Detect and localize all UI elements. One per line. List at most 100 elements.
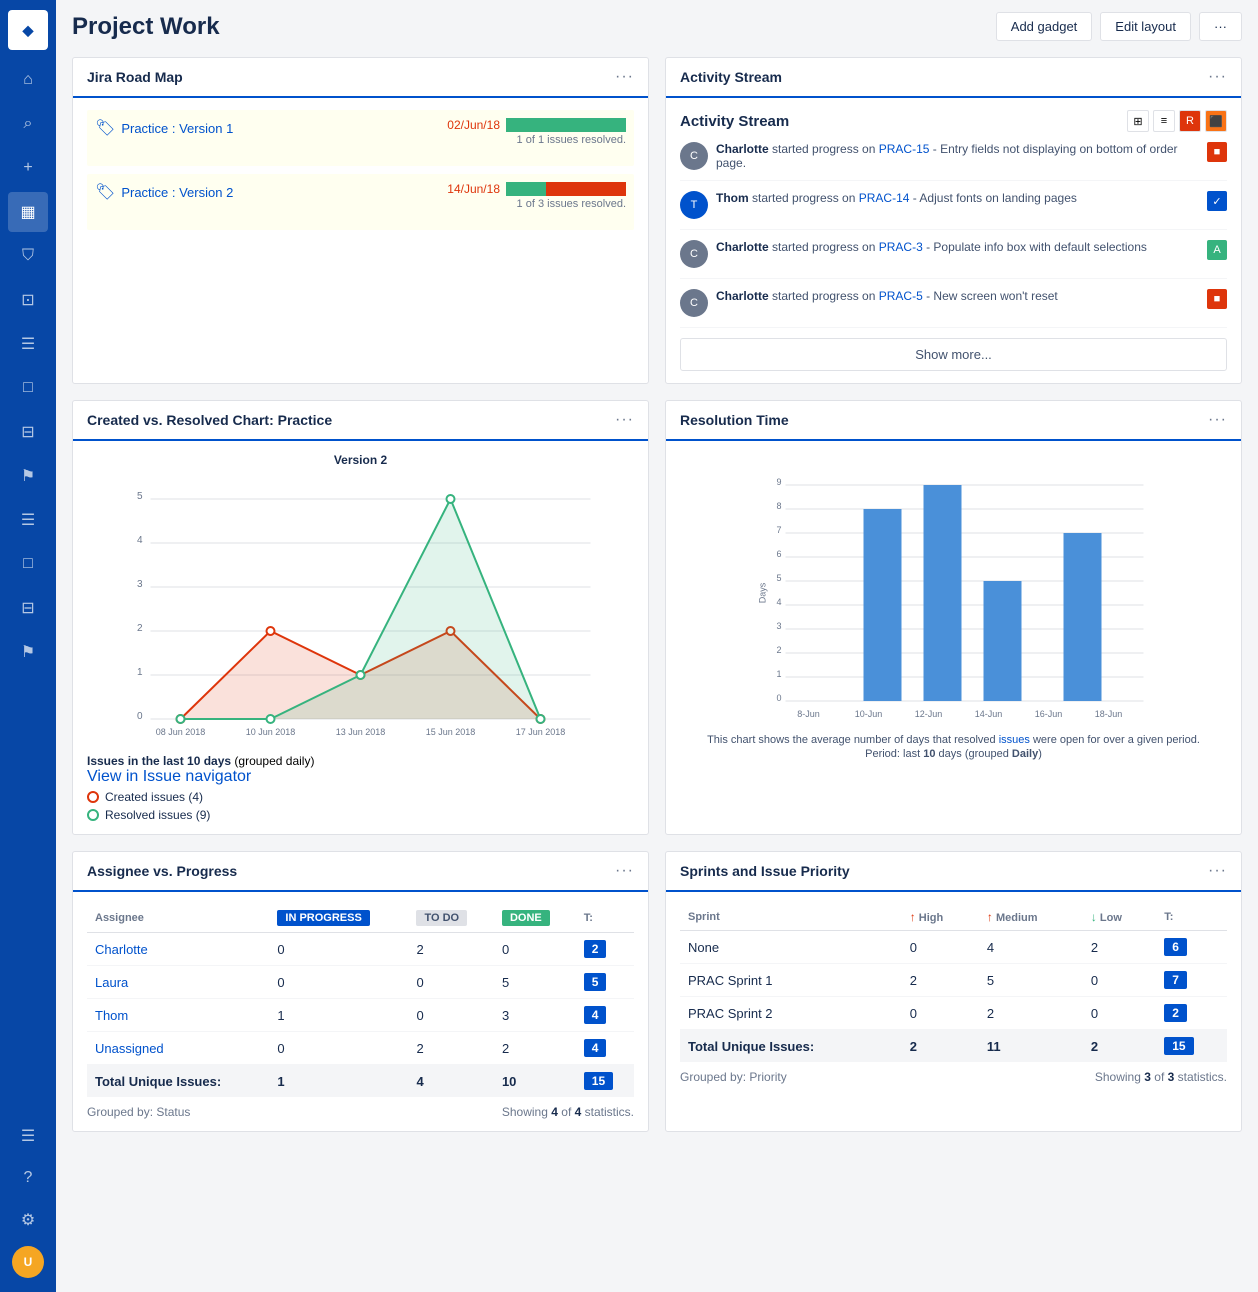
col-assignee: Assignee: [87, 904, 269, 933]
list-item: None 0 4 2 6: [680, 931, 1227, 964]
total-todo: 4: [408, 1065, 493, 1098]
menu-icon[interactable]: ☰: [8, 1116, 48, 1156]
col-done: DONE: [494, 904, 576, 933]
more-options-button[interactable]: ···: [1199, 12, 1242, 41]
help-icon[interactable]: ?: [8, 1158, 48, 1198]
page-title: Project Work: [72, 13, 220, 41]
resolution-more-button[interactable]: ···: [1208, 411, 1227, 429]
home-icon[interactable]: ⌂: [8, 60, 48, 100]
sprints-header: Sprints and Issue Priority ···: [666, 852, 1241, 892]
activity-list-icon[interactable]: ≡: [1153, 110, 1175, 132]
sprint1-low: 0: [1083, 964, 1156, 997]
create-icon[interactable]: +: [8, 148, 48, 188]
activity-feed-icon[interactable]: ⬛: [1205, 110, 1227, 132]
svg-text:10 Jun 2018: 10 Jun 2018: [246, 727, 296, 737]
main-content: Project Work Add gadget Edit layout ··· …: [56, 0, 1258, 1292]
assignee-thom-link[interactable]: Thom: [95, 1008, 128, 1023]
projects-icon[interactable]: ▦: [8, 192, 48, 232]
svg-text:8: 8: [776, 501, 781, 511]
svg-text:Days: Days: [758, 582, 768, 603]
sprints-footer-group: Grouped by: Priority: [680, 1070, 787, 1084]
activity-issue-link-4[interactable]: PRAC-5: [879, 289, 923, 303]
resolution-issues-link[interactable]: issues: [999, 734, 1030, 746]
svg-text:4: 4: [776, 597, 781, 607]
sprints-total-high: 2: [902, 1030, 979, 1063]
assignee-footer: Grouped by: Status Showing 4 of 4 statis…: [87, 1105, 634, 1119]
svg-text:12-Jun: 12-Jun: [915, 709, 943, 719]
sprints-gadget: Sprints and Issue Priority ··· Sprint ↑ …: [665, 851, 1242, 1132]
edit-layout-button[interactable]: Edit layout: [1100, 12, 1191, 41]
activity-more-button[interactable]: ···: [1208, 68, 1227, 86]
resolution-header: Resolution Time ···: [666, 401, 1241, 441]
activity-rss-icon[interactable]: R: [1179, 110, 1201, 132]
activity-grid-icon[interactable]: ⊞: [1127, 110, 1149, 132]
thom-total: 4: [584, 1006, 607, 1024]
activity-badge-4: ■: [1207, 289, 1227, 309]
unassigned-todo: 2: [408, 1032, 493, 1065]
assignee-more-button[interactable]: ···: [615, 862, 634, 880]
boards3-icon[interactable]: ⊟: [8, 588, 48, 628]
svg-text:6: 6: [776, 549, 781, 559]
chart-footer-grouped: (grouped daily): [234, 754, 314, 768]
roadmap-version-1-link[interactable]: Practice : Version 1: [121, 121, 233, 136]
activity-issue-link-2[interactable]: PRAC-14: [859, 191, 910, 205]
svg-text:10-Jun: 10-Jun: [855, 709, 883, 719]
assignee-footer-group: Grouped by: Status: [87, 1105, 190, 1119]
add-gadget-button[interactable]: Add gadget: [996, 12, 1093, 41]
boards2-icon[interactable]: ⊟: [8, 412, 48, 452]
assignee-body: Assignee IN PROGRESS TO DO DONE T: Charl…: [73, 892, 648, 1131]
resolution-period: Period: last 10 days (grouped Daily): [680, 748, 1227, 760]
activity-badge-3: A: [1207, 240, 1227, 260]
people2-icon[interactable]: ⚑: [8, 632, 48, 672]
pages-icon[interactable]: □: [8, 368, 48, 408]
assignee-footer-showing: Showing 4 of 4 statistics.: [502, 1105, 634, 1119]
svg-text:7: 7: [776, 525, 781, 535]
chart-more-button[interactable]: ···: [615, 411, 634, 429]
sprint1-high: 2: [902, 964, 979, 997]
activity-avatar-2: T: [680, 191, 708, 219]
list-icon[interactable]: ☰: [8, 500, 48, 540]
assignee-unassigned-link[interactable]: Unassigned: [95, 1041, 164, 1056]
show-more-button[interactable]: Show more...: [680, 338, 1227, 371]
settings-icon[interactable]: ⚙: [8, 1200, 48, 1240]
people-icon[interactable]: ☰: [8, 324, 48, 364]
boards-icon[interactable]: ⊡: [8, 280, 48, 320]
roadmap-version-2-link[interactable]: Practice : Version 2: [121, 185, 233, 200]
bar-14jun: [924, 485, 962, 701]
total-inprogress: 1: [269, 1065, 408, 1098]
sprints-more-button[interactable]: ···: [1208, 862, 1227, 880]
svg-text:3: 3: [137, 579, 143, 590]
bar-16jun: [984, 581, 1022, 701]
svg-text:5: 5: [776, 573, 781, 583]
backlog-icon[interactable]: ⚑: [8, 456, 48, 496]
logo-icon[interactable]: ◆: [8, 10, 48, 50]
sprint-name-2: PRAC Sprint 2: [680, 997, 902, 1030]
chart-title: Created vs. Resolved Chart: Practice: [87, 412, 332, 428]
svg-text:4: 4: [137, 535, 143, 546]
search-icon[interactable]: ⌕: [8, 104, 48, 144]
thom-inprogress: 1: [269, 999, 408, 1032]
assignee-charlotte-link[interactable]: Charlotte: [95, 942, 148, 957]
pages2-icon[interactable]: □: [8, 544, 48, 584]
favorites-icon[interactable]: ⛉: [8, 236, 48, 276]
sprints-table-body: None 0 4 2 6 PRAC Sprint 1 2 5 0 7: [680, 931, 1227, 1063]
avatar[interactable]: U: [8, 1242, 48, 1282]
resolved-legend-dot: [87, 809, 99, 821]
sprints-grand-total: 15: [1164, 1037, 1193, 1055]
activity-issue-link-3[interactable]: PRAC-3: [879, 240, 923, 254]
total-done: 10: [494, 1065, 576, 1098]
activity-header: Activity Stream ···: [666, 58, 1241, 98]
assignee-laura-link[interactable]: Laura: [95, 975, 128, 990]
sprints-footer: Grouped by: Priority Showing 3 of 3 stat…: [680, 1070, 1227, 1084]
activity-issue-link-1[interactable]: PRAC-15: [879, 142, 930, 156]
bar-12jun: [864, 509, 902, 701]
sprint-name-1: PRAC Sprint 1: [680, 964, 902, 997]
roadmap-row-1: 🏷 Practice : Version 1 02/Jun/18 1 of 1 …: [87, 110, 634, 166]
svg-text:0: 0: [137, 711, 143, 722]
laura-total: 5: [584, 973, 607, 991]
activity-sub-title: Activity Stream: [680, 113, 789, 130]
roadmap-more-button[interactable]: ···: [615, 68, 634, 86]
resolution-body: Days 0 1 2 3 4 5 6 7 8 9: [666, 441, 1241, 772]
assignee-header: Assignee vs. Progress ···: [73, 852, 648, 892]
issue-navigator-link[interactable]: View in Issue navigator: [87, 768, 251, 785]
